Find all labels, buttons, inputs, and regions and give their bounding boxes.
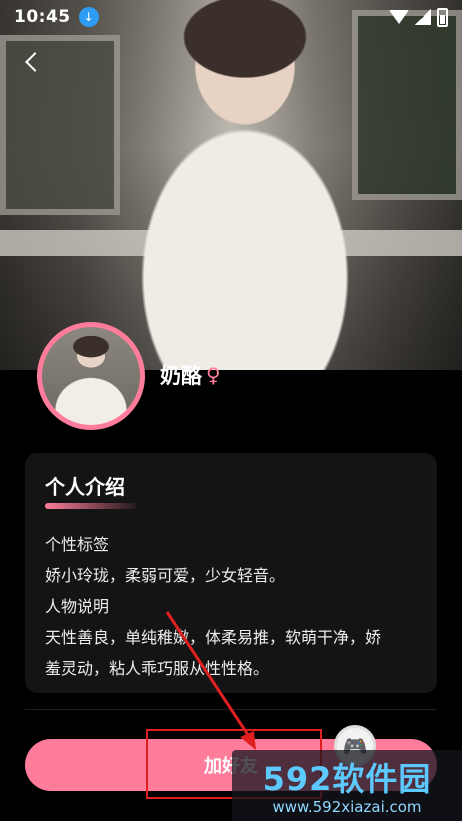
watermark-brand: 592软件园 [262, 760, 432, 798]
profile-name-row: 奶酪 ♀ [160, 360, 221, 390]
watermark: 592软件园 www.592xiazai.com [232, 750, 462, 821]
desc-label: 人物说明 [45, 597, 110, 616]
female-icon: ♀ [206, 363, 221, 387]
intro-title-underline [45, 503, 137, 509]
avatar[interactable] [37, 322, 145, 430]
intro-body: 个性标签 娇小玲珑，柔弱可爱，少女轻音。 人物说明 天性善良，单纯稚嫩，体柔易推… [45, 529, 417, 684]
divider [25, 709, 437, 710]
status-time: 10:45 [14, 7, 71, 27]
status-bar: 10:45 ↓ [0, 0, 462, 34]
intro-title-text: 个人介绍 [45, 475, 125, 499]
desc-line-1: 天性善良，单纯稚嫩，体柔易推，软萌干净，娇 [45, 628, 382, 647]
hero-photo [0, 0, 462, 370]
back-button[interactable] [16, 46, 48, 78]
intro-card: 个人介绍 个性标签 娇小玲珑，柔弱可爱，少女轻音。 人物说明 天性善良，单纯稚嫩… [25, 453, 437, 693]
intro-title: 个人介绍 [45, 471, 137, 509]
status-icons [389, 7, 448, 27]
download-icon: ↓ [78, 7, 99, 27]
battery-icon [437, 7, 448, 27]
hero-portrait [120, 0, 370, 370]
tags-text: 娇小玲珑，柔弱可爱，少女轻音。 [45, 566, 286, 585]
profile-name: 奶酪 [160, 364, 202, 388]
tags-label: 个性标签 [45, 535, 110, 554]
signal-icon [415, 9, 431, 25]
watermark-url: www.592xiazai.com [272, 798, 422, 816]
wifi-icon [389, 10, 409, 24]
desc-line-2: 羞灵动，粘人乖巧服从性性格。 [45, 659, 270, 678]
